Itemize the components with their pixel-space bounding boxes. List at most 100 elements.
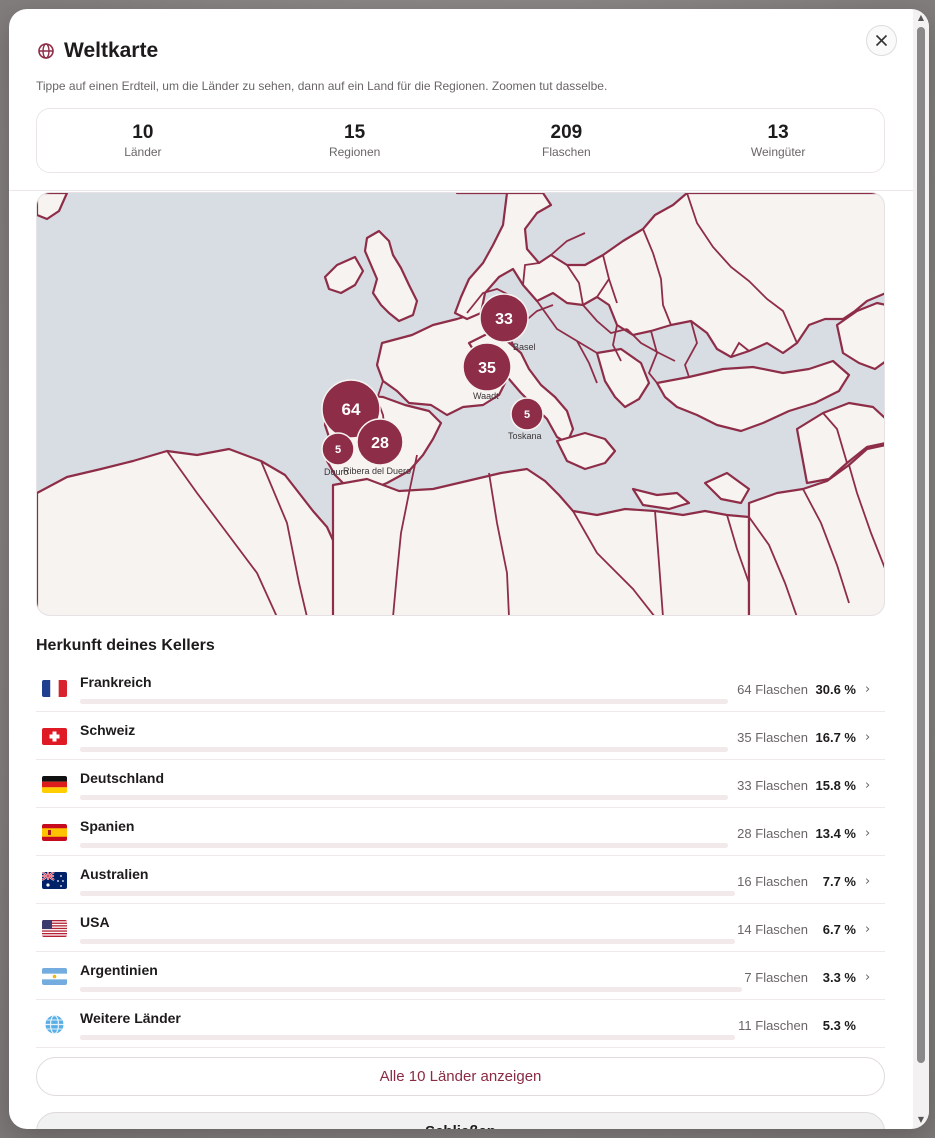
- share-bar-fill: [80, 699, 279, 704]
- country-row-germany[interactable]: Deutschland 33 Flaschen 15.8 % ›: [36, 760, 885, 808]
- title-row: Weltkarte: [37, 39, 158, 63]
- show-all-countries-button[interactable]: Alle 10 Länder anzeigen: [36, 1057, 885, 1096]
- stat-value: 15: [344, 122, 366, 143]
- country-name: Spanien: [80, 818, 135, 834]
- country-name: Schweiz: [80, 722, 136, 738]
- origin-section-title: Herkunft deines Kellers: [36, 637, 215, 654]
- country-row-australia[interactable]: Australien 16 Flaschen 7.7 % ›: [36, 856, 885, 904]
- share-bar-fill: [80, 795, 183, 800]
- chevron-right-icon: ›: [865, 682, 871, 697]
- country-row-other: Weitere Länder 11 Flaschen 5.3 %: [36, 1000, 885, 1048]
- cluster-count: 5: [524, 409, 530, 421]
- stats-summary: 10 Länder 15 Regionen 209 Flaschen 13 We…: [36, 108, 885, 173]
- share-bar: [80, 987, 742, 992]
- chevron-right-icon: ›: [865, 970, 871, 985]
- country-list: Frankreich 64 Flaschen 30.6 % › Schweiz …: [36, 664, 885, 1048]
- flag-usa-icon: [42, 920, 67, 937]
- cluster-count: 64: [342, 400, 361, 419]
- country-name: Deutschland: [80, 770, 165, 786]
- share-bar: [80, 891, 735, 896]
- share-bar-fill: [80, 891, 131, 896]
- bottle-count: 33 Flaschen: [737, 778, 808, 793]
- region-label: Waadt: [473, 391, 499, 401]
- close-button[interactable]: [866, 25, 897, 56]
- country-name: Weitere Länder: [80, 1010, 181, 1026]
- scroll-down-icon[interactable]: ▼: [916, 1115, 926, 1125]
- bottle-count: 7 Flaschen: [744, 970, 808, 985]
- stat-label: Weingüter: [750, 145, 806, 159]
- share-percent: 5.3 %: [822, 1018, 856, 1033]
- stat-regions: 15 Regionen: [249, 109, 461, 172]
- stat-label: Regionen: [328, 145, 381, 159]
- bottle-count: 14 Flaschen: [737, 922, 808, 937]
- region-label: Basel: [513, 342, 536, 352]
- region-label: Douro: [324, 467, 349, 477]
- country-row-france[interactable]: Frankreich 64 Flaschen 30.6 % ›: [36, 664, 885, 712]
- bottle-count: 35 Flaschen: [737, 730, 808, 745]
- stat-value: 13: [767, 122, 789, 143]
- stat-label: Länder: [124, 145, 162, 159]
- stat-value: 209: [550, 122, 583, 143]
- share-bar-fill: [80, 747, 189, 752]
- flag-germany-icon: [42, 776, 67, 793]
- region-label: Toskana: [508, 431, 542, 441]
- bottle-count: 11 Flaschen: [738, 1018, 808, 1033]
- scrollbar[interactable]: ▲ ▼: [913, 9, 929, 1129]
- cluster-count: 33: [495, 311, 513, 328]
- stat-bottles: 209 Flaschen: [461, 109, 673, 172]
- share-percent: 7.7 %: [822, 874, 856, 889]
- flag-switzerland-icon: [42, 728, 67, 745]
- stat-wineries: 13 Weingüter: [672, 109, 884, 172]
- chevron-right-icon: ›: [865, 826, 871, 841]
- chevron-right-icon: ›: [865, 778, 871, 793]
- country-row-argentina[interactable]: Argentinien 7 Flaschen 3.3 % ›: [36, 952, 885, 1000]
- share-bar-fill: [80, 843, 167, 848]
- close-icon: [875, 34, 888, 47]
- scrollbar-thumb[interactable]: [917, 27, 925, 1063]
- map-canvas[interactable]: 33 35 64 28 5 5 Basel Waadt Ribera del D…: [37, 193, 885, 616]
- bottle-count: 28 Flaschen: [737, 826, 808, 841]
- cluster-count: 28: [371, 435, 389, 452]
- share-percent: 13.4 %: [815, 826, 856, 841]
- share-percent: 6.7 %: [822, 922, 856, 937]
- share-bar-fill: [80, 939, 124, 944]
- share-bar-fill: [80, 987, 102, 992]
- share-bar-fill: [80, 1035, 115, 1040]
- world-map-dialog: Weltkarte Tippe auf einen Erdteil, um di…: [9, 9, 929, 1129]
- bottle-count: 16 Flaschen: [737, 874, 808, 889]
- country-row-usa[interactable]: USA 14 Flaschen 6.7 % ›: [36, 904, 885, 952]
- share-percent: 15.8 %: [815, 778, 856, 793]
- dialog-instructions: Tippe auf einen Erdteil, um die Länder z…: [36, 79, 608, 93]
- flag-australia-icon: [42, 872, 67, 889]
- country-name: Australien: [80, 866, 149, 882]
- scroll-up-icon[interactable]: ▲: [916, 13, 926, 23]
- share-bar: [80, 843, 728, 848]
- flag-argentina-icon: [42, 968, 67, 985]
- country-name: Argentinien: [80, 962, 158, 978]
- flag-france-icon: [42, 680, 67, 697]
- cluster-count: 5: [335, 444, 341, 456]
- country-row-switzerland[interactable]: Schweiz 35 Flaschen 16.7 % ›: [36, 712, 885, 760]
- stat-countries: 10 Länder: [37, 109, 249, 172]
- share-percent: 3.3 %: [822, 970, 856, 985]
- chevron-right-icon: ›: [865, 874, 871, 889]
- cluster-count: 35: [478, 360, 496, 377]
- share-bar: [80, 747, 728, 752]
- stat-label: Flaschen: [542, 145, 591, 159]
- dialog-header: Weltkarte Tippe auf einen Erdteil, um di…: [9, 9, 913, 191]
- chevron-right-icon: ›: [865, 730, 871, 745]
- region-label: Ribera del Duero: [343, 466, 411, 476]
- country-name: Frankreich: [80, 674, 152, 690]
- share-percent: 30.6 %: [815, 682, 856, 697]
- share-percent: 16.7 %: [815, 730, 856, 745]
- share-bar: [80, 699, 728, 704]
- share-bar: [80, 939, 735, 944]
- globe-icon: [37, 42, 55, 60]
- world-map[interactable]: 33 35 64 28 5 5 Basel Waadt Ribera del D…: [36, 192, 885, 616]
- share-bar: [80, 1035, 735, 1040]
- close-dialog-button[interactable]: Schließen: [36, 1112, 885, 1129]
- dialog-title: Weltkarte: [64, 39, 159, 62]
- bottle-count: 64 Flaschen: [737, 682, 808, 697]
- country-row-spain[interactable]: Spanien 28 Flaschen 13.4 % ›: [36, 808, 885, 856]
- stat-value: 10: [132, 122, 154, 143]
